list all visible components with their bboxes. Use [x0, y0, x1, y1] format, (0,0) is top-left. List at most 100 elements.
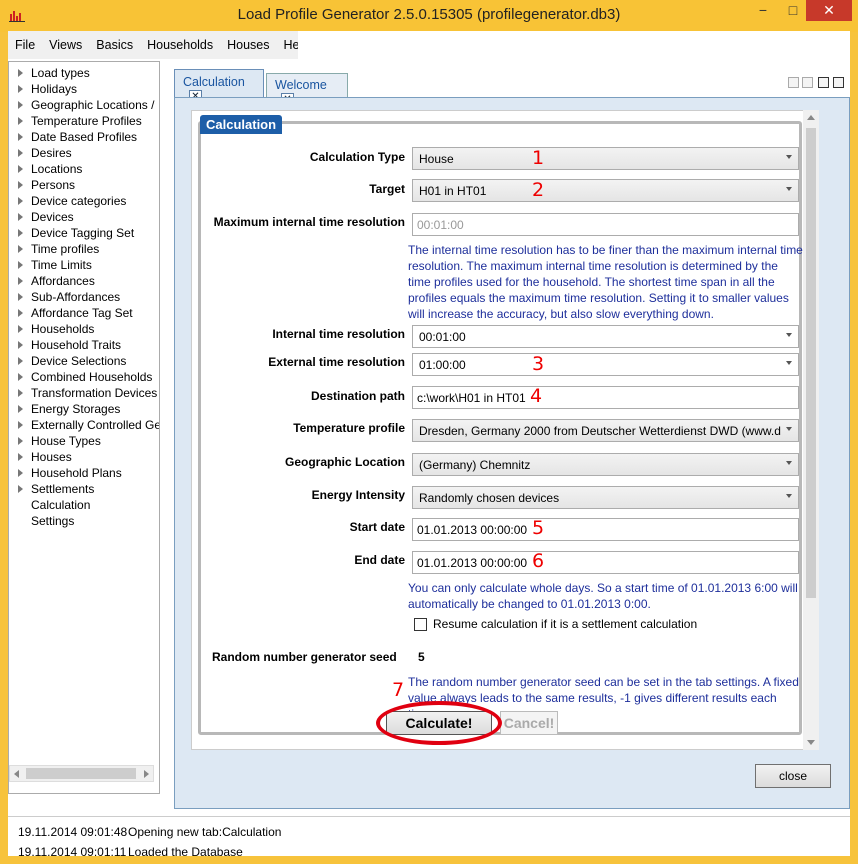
tree-item-device-tagging-set[interactable]: Device Tagging Set	[9, 225, 159, 241]
start-date-input[interactable]: 01.01.2013 00:00:00	[412, 518, 799, 541]
tree-item-household-plans[interactable]: Household Plans	[9, 465, 159, 481]
close-tab-button[interactable]: close	[755, 764, 831, 788]
tree-item-holidays[interactable]: Holidays	[9, 81, 159, 97]
minimize-button[interactable]: −	[748, 0, 778, 21]
energy-intensity-select[interactable]: Randomly chosen devices	[412, 486, 799, 509]
end-date-label: End date	[354, 553, 405, 567]
tree-item-locations[interactable]: Locations	[9, 161, 159, 177]
tree-item-persons[interactable]: Persons	[9, 177, 159, 193]
tree-item-label: Houses	[31, 450, 72, 464]
destination-path-input[interactable]: c:\work\H01 in HT01	[412, 386, 799, 409]
app-window: Load Profile Generator 2.5.0.15305 (prof…	[0, 0, 858, 864]
expand-arrow-icon[interactable]	[18, 149, 23, 157]
cancel-button[interactable]: Cancel!	[500, 711, 558, 735]
menu-houses[interactable]: Houses	[220, 38, 276, 52]
expand-arrow-icon[interactable]	[18, 437, 23, 445]
tab-scroll-right-icon[interactable]	[802, 77, 813, 88]
internal-resolution-field[interactable]: 00:01:00	[412, 325, 799, 348]
tree-item-devices[interactable]: Devices	[9, 209, 159, 225]
scrollbar-thumb[interactable]	[26, 768, 136, 779]
expand-arrow-icon[interactable]	[18, 133, 23, 141]
scroll-left-icon[interactable]	[14, 770, 19, 778]
expand-arrow-icon[interactable]	[18, 197, 23, 205]
expand-arrow-icon[interactable]	[18, 181, 23, 189]
tree-item-households[interactable]: Households	[9, 321, 159, 337]
expand-arrow-icon[interactable]	[18, 213, 23, 221]
end-date-input[interactable]: 01.01.2013 00:00:00	[412, 551, 799, 574]
energy-intensity-value: Randomly chosen devices	[419, 491, 560, 505]
tab-welcome[interactable]: Welcome✕	[266, 73, 348, 106]
expand-arrow-icon[interactable]	[18, 69, 23, 77]
target-select[interactable]: H01 in HT01	[412, 179, 799, 202]
expand-arrow-icon[interactable]	[18, 101, 23, 109]
tree-item-combined-households[interactable]: Combined Households	[9, 369, 159, 385]
expand-arrow-icon[interactable]	[18, 341, 23, 349]
expand-arrow-icon[interactable]	[18, 373, 23, 381]
menu-file[interactable]: File	[8, 38, 42, 52]
tab-menu-icon[interactable]	[833, 77, 844, 88]
sidebar-horizontal-scrollbar[interactable]	[9, 765, 154, 782]
tree-item-time-profiles[interactable]: Time profiles	[9, 241, 159, 257]
title-bar: Load Profile Generator 2.5.0.15305 (prof…	[0, 0, 858, 32]
expand-arrow-icon[interactable]	[18, 469, 23, 477]
tree-item-device-selections[interactable]: Device Selections	[9, 353, 159, 369]
tree-item-houses[interactable]: Houses	[9, 449, 159, 465]
tree-item-settlements[interactable]: Settlements	[9, 481, 159, 497]
tree-item-geographic-locations[interactable]: Geographic Locations /	[9, 97, 159, 113]
annotation-3: 3	[532, 353, 545, 375]
resume-calculation-checkbox[interactable]	[414, 618, 427, 631]
tree-item-date-based-profiles[interactable]: Date Based Profiles	[9, 129, 159, 145]
tree-item-transformation-devices[interactable]: Transformation Devices	[9, 385, 159, 401]
expand-arrow-icon[interactable]	[18, 293, 23, 301]
geographic-location-select[interactable]: (Germany) Chemnitz	[412, 453, 799, 476]
expand-arrow-icon[interactable]	[18, 325, 23, 333]
expand-arrow-icon[interactable]	[18, 85, 23, 93]
tree-item-settings[interactable]: Settings	[9, 513, 159, 529]
expand-arrow-icon[interactable]	[18, 485, 23, 493]
tree-item-temperature-profiles[interactable]: Temperature Profiles	[9, 113, 159, 129]
expand-arrow-icon[interactable]	[18, 309, 23, 317]
expand-arrow-icon[interactable]	[18, 245, 23, 253]
menu-basics[interactable]: Basics	[89, 38, 140, 52]
expand-arrow-icon[interactable]	[18, 453, 23, 461]
annotation-2: 2	[532, 179, 545, 201]
expand-arrow-icon[interactable]	[18, 405, 23, 413]
tab-scroll-left-icon[interactable]	[788, 77, 799, 88]
expand-arrow-icon[interactable]	[18, 357, 23, 365]
tree-item-time-limits[interactable]: Time Limits	[9, 257, 159, 273]
tab-list-icon[interactable]	[818, 77, 829, 88]
tab-calculation[interactable]: Calculation✕	[174, 69, 264, 103]
expand-arrow-icon[interactable]	[18, 421, 23, 429]
tree-item-device-categories[interactable]: Device categories	[9, 193, 159, 209]
tree-item-energy-storages[interactable]: Energy Storages	[9, 401, 159, 417]
tree-item-sub-affordances[interactable]: Sub-Affordances	[9, 289, 159, 305]
temperature-profile-select[interactable]: Dresden, Germany 2000 from Deutscher Wet…	[412, 419, 799, 442]
menu-households[interactable]: Households	[140, 38, 220, 52]
expand-arrow-icon[interactable]	[18, 261, 23, 269]
expand-arrow-icon[interactable]	[18, 117, 23, 125]
expand-arrow-icon[interactable]	[18, 277, 23, 285]
target-label: Target	[369, 182, 405, 196]
scroll-right-icon[interactable]	[144, 770, 149, 778]
tree-item-affordance-tag-set[interactable]: Affordance Tag Set	[9, 305, 159, 321]
expand-arrow-icon[interactable]	[18, 165, 23, 173]
expand-arrow-icon[interactable]	[18, 389, 23, 397]
calculation-vertical-scrollbar[interactable]	[803, 110, 819, 750]
tree-item-affordances[interactable]: Affordances	[9, 273, 159, 289]
tree-item-calculation[interactable]: Calculation	[9, 497, 159, 513]
scrollbar-thumb[interactable]	[806, 128, 816, 598]
maximize-button[interactable]: □	[778, 0, 808, 21]
tree-item-label: Device Selections	[31, 354, 127, 368]
calculation-type-select[interactable]: House	[412, 147, 799, 170]
scroll-up-icon[interactable]	[807, 115, 815, 120]
tree-item-house-types[interactable]: House Types	[9, 433, 159, 449]
tree-item-household-traits[interactable]: Household Traits	[9, 337, 159, 353]
expand-arrow-icon[interactable]	[18, 229, 23, 237]
tree-item-externally-controlled-ge[interactable]: Externally Controlled Ge	[9, 417, 159, 433]
tree-item-desires[interactable]: Desires	[9, 145, 159, 161]
scroll-down-icon[interactable]	[807, 740, 815, 745]
tree-item-load-types[interactable]: Load types	[9, 65, 159, 81]
close-window-button[interactable]: ✕	[806, 0, 852, 21]
external-resolution-field[interactable]: 01:00:00	[412, 353, 799, 376]
menu-views[interactable]: Views	[42, 38, 89, 52]
